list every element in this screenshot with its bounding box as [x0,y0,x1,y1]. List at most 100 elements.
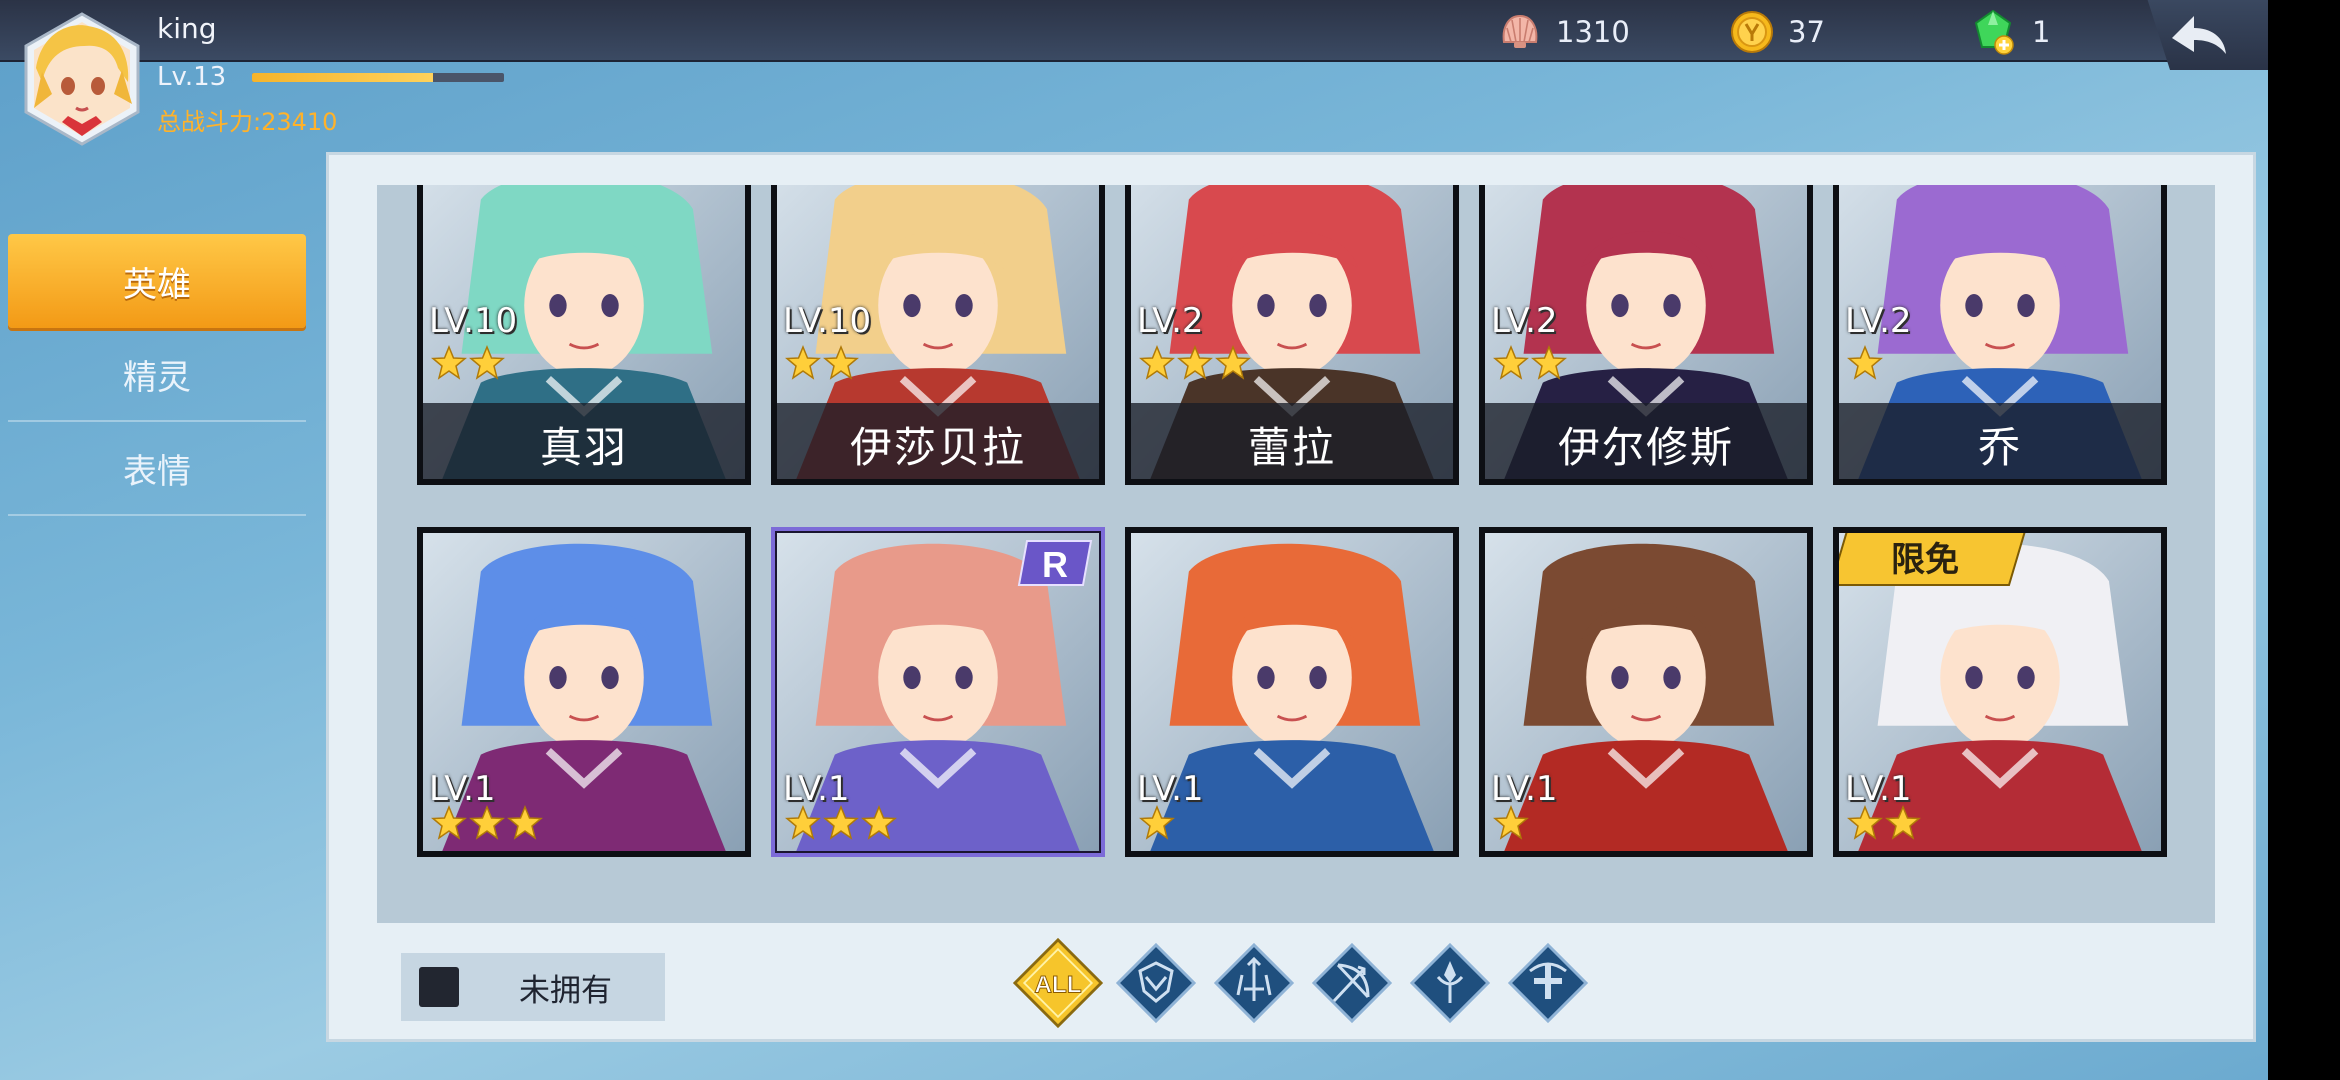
exp-fill [252,73,434,82]
rarity-r-label: R [1042,544,1068,585]
hero-card[interactable]: LV.1 R [771,527,1105,857]
limited-free-badge: 限免 [1839,533,2029,589]
screen-edge [2268,0,2340,1080]
sword-class-icon [1214,943,1294,1023]
limited-free-label: 限免 [1891,540,1959,580]
star-icon [431,345,467,380]
hero-stars [431,805,543,841]
star-icon [823,345,859,380]
menu-emotes[interactable]: 表情 [8,422,306,516]
shell-count: 1310 [1556,15,1630,49]
star-icon [1139,805,1175,840]
star-icon [1493,805,1529,840]
shield-class-icon [1116,943,1196,1023]
magic-class-icon [1410,943,1490,1023]
gem-count: 1 [2032,15,2051,49]
hero-stars [785,805,897,841]
hero-name: 伊莎贝拉 [777,403,1099,479]
hero-card[interactable]: LV.2 伊尔修斯 [1479,185,1813,485]
player-avatar[interactable] [22,12,142,146]
gold-count: 37 [1788,15,1825,49]
hero-name: 乔 [1839,403,2161,479]
hero-level: LV.1 [1845,769,1912,809]
hero-level: LV.10 [429,301,518,341]
star-icon [1847,345,1883,380]
star-icon [1493,345,1529,380]
total-power: 总战斗力:23410 [157,108,338,136]
hero-level: LV.10 [783,301,872,341]
class-filters: ALL [1013,933,1593,1033]
star-icon [507,805,543,840]
not-owned-filter[interactable]: 未拥有 [401,953,665,1021]
star-icon [1139,345,1175,380]
filter-all-label: ALL [1034,971,1081,998]
hero-stars [1493,805,1529,841]
hero-stars [1139,345,1251,381]
star-icon [861,805,897,840]
top-bar: 1310 37 1 [0,0,2268,70]
star-icon [1885,805,1921,840]
hero-card[interactable]: LV.2 乔 [1833,185,2167,485]
hero-level: LV.1 [1137,769,1204,809]
all-class-icon: ALL [1013,937,1103,1029]
rarity-r-badge: R [1015,537,1095,589]
hero-level: LV.2 [1491,301,1558,341]
hero-stars [1847,805,1921,841]
shell-icon [1502,14,1538,48]
filter-magic-button[interactable] [1405,933,1495,1033]
bow-class-icon [1312,943,1392,1023]
filter-healer-button[interactable] [1503,933,1593,1033]
star-icon [1847,805,1883,840]
gold-coin-icon [1731,11,1773,53]
shell-currency[interactable]: 1310 [1498,10,1630,54]
filter-all-button[interactable]: ALL [1013,933,1103,1033]
back-arrow-icon [2172,16,2226,54]
star-icon [469,805,505,840]
star-icon [1531,345,1567,380]
filter-sword-button[interactable] [1209,933,1299,1033]
hero-stars [1493,345,1567,381]
hero-panel: LV.10 真羽 LV.10 伊莎贝拉 LV.2 蕾拉 LV.2 伊尔修斯 LV… [326,152,2256,1042]
player-name: king [157,12,217,45]
player-level: Lv.13 [157,62,227,92]
exp-bar [252,73,504,82]
healer-class-icon [1508,943,1588,1023]
hero-level: LV.1 [783,769,850,809]
hero-stars [785,345,859,381]
hero-name: 蕾拉 [1131,403,1453,479]
menu-spirits[interactable]: 精灵 [8,328,306,422]
hero-name: 伊尔修斯 [1485,403,1807,479]
star-icon [1177,345,1213,380]
star-icon [785,345,821,380]
hero-level: LV.2 [1845,301,1912,341]
not-owned-checkbox[interactable] [419,967,459,1007]
hero-stars [431,345,505,381]
back-button[interactable] [2147,0,2268,70]
filter-bow-button[interactable] [1307,933,1397,1033]
side-menu: 英雄 精灵 表情 [8,234,308,516]
hero-card[interactable]: LV.10 伊莎贝拉 [771,185,1105,485]
filter-shield-button[interactable] [1111,933,1201,1033]
hero-level: LV.2 [1137,301,1204,341]
star-icon [823,805,859,840]
star-icon [431,805,467,840]
hero-stars [1847,345,1883,381]
hero-card[interactable]: LV.1 [1479,527,1813,857]
hero-grid[interactable]: LV.10 真羽 LV.10 伊莎贝拉 LV.2 蕾拉 LV.2 伊尔修斯 LV… [377,185,2215,923]
hero-stars [1139,805,1175,841]
hero-name: 真羽 [423,403,745,479]
gem-currency[interactable]: 1 [1968,9,2051,55]
star-icon [469,345,505,380]
hero-card[interactable]: LV.2 蕾拉 [1125,185,1459,485]
hero-card[interactable]: LV.10 真羽 [417,185,751,485]
star-icon [785,805,821,840]
green-gem-plus-icon [1974,9,2014,55]
hero-level: LV.1 [429,769,496,809]
menu-heroes[interactable]: 英雄 [8,234,306,328]
hero-card[interactable]: LV.1 限免 [1833,527,2167,857]
hero-card[interactable]: LV.1 [1125,527,1459,857]
hero-level: LV.1 [1491,769,1558,809]
gold-currency[interactable]: 37 [1730,10,1825,54]
not-owned-label: 未拥有 [519,972,612,1009]
hero-card[interactable]: LV.1 [417,527,751,857]
